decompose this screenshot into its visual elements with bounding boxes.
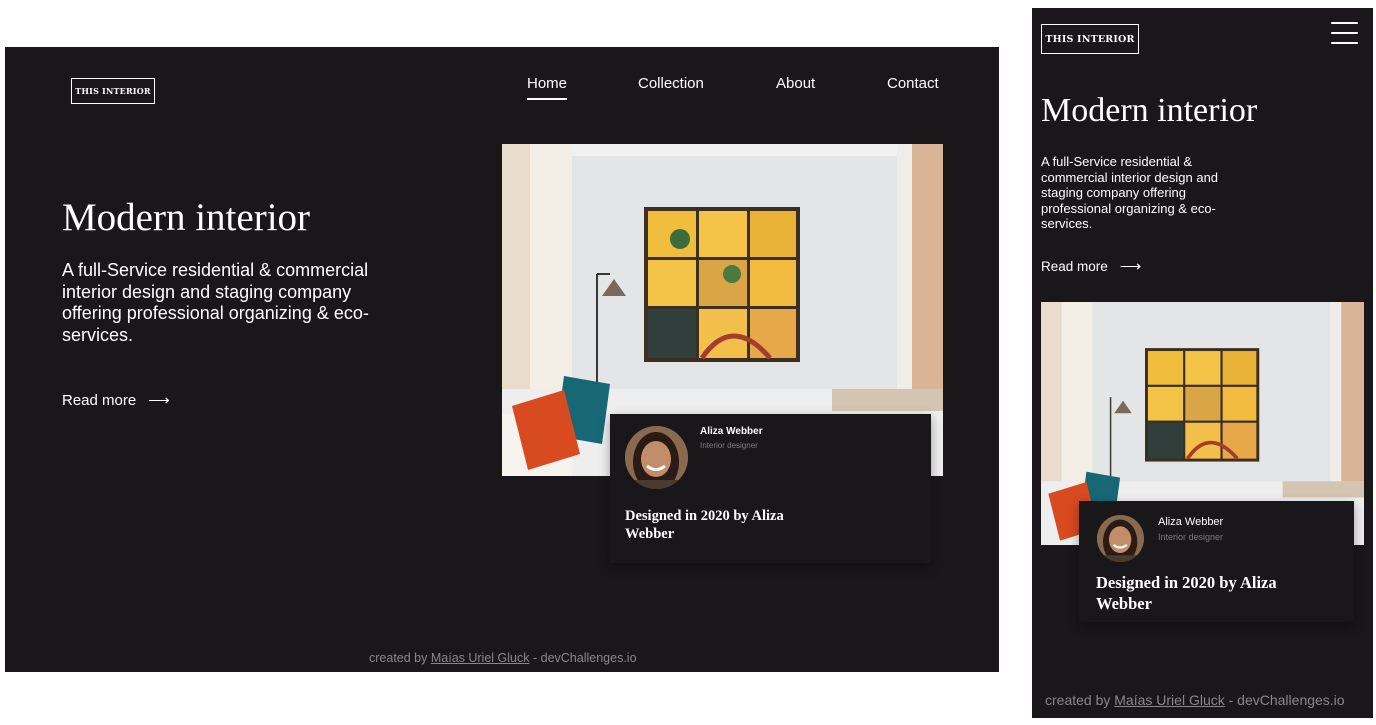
author-role: Interior designer xyxy=(1158,532,1224,542)
footer-prefix: created by xyxy=(369,651,428,665)
footer: created by Maías Uriel Gluck - devChalle… xyxy=(369,651,637,665)
arrow-right-icon: ⟶ xyxy=(148,392,170,409)
brand-logo[interactable]: This Interior xyxy=(1041,24,1139,54)
read-more-link[interactable]: Read more ⟶ xyxy=(1041,259,1141,274)
arrow-right-icon: ⟶ xyxy=(1119,258,1142,275)
author-role: Interior designer xyxy=(700,441,758,450)
hero-description: A full-Service residential & commercial … xyxy=(1041,154,1219,232)
hamburger-menu-icon[interactable] xyxy=(1331,22,1358,44)
read-more-link[interactable]: Read more ⟶ xyxy=(62,392,170,409)
footer: created by Maías Uriel Gluck - devChalle… xyxy=(1045,692,1345,708)
footer-suffix: - devChallenges.io xyxy=(532,651,637,665)
designer-card: Aliza Webber Interior designer Designed … xyxy=(610,414,931,563)
footer-suffix: - devChallenges.io xyxy=(1228,692,1345,708)
footer-author-link[interactable]: Maías Uriel Gluck xyxy=(431,651,530,665)
card-caption: Designed in 2020 by Aliza Webber xyxy=(625,508,784,543)
hero-title: Modern interior xyxy=(62,196,311,239)
nav-home[interactable]: Home xyxy=(527,75,568,100)
nav-about[interactable]: About xyxy=(776,75,815,92)
mobile-preview: This Interior Modern interior A full-Ser… xyxy=(1032,8,1373,718)
hero-title: Modern interior xyxy=(1041,92,1258,129)
desktop-preview: This Interior Home Collection About Cont… xyxy=(5,47,999,672)
designer-card: Aliza Webber Interior designer Designed … xyxy=(1079,501,1354,622)
hero-description: A full-Service residential & commercial … xyxy=(62,260,369,345)
nav-collection[interactable]: Collection xyxy=(638,75,704,92)
read-more-label: Read more xyxy=(1041,259,1108,274)
author-name: Aliza Webber xyxy=(700,426,763,437)
card-caption: Designed in 2020 by Aliza Webber xyxy=(1096,573,1277,613)
avatar xyxy=(625,426,688,489)
nav-contact[interactable]: Contact xyxy=(887,75,939,92)
brand-logo[interactable]: This Interior xyxy=(71,78,155,104)
avatar xyxy=(1097,515,1144,562)
author-name: Aliza Webber xyxy=(1158,516,1224,528)
footer-prefix: created by xyxy=(1045,692,1111,708)
footer-author-link[interactable]: Maías Uriel Gluck xyxy=(1114,692,1224,708)
read-more-label: Read more xyxy=(62,392,137,409)
